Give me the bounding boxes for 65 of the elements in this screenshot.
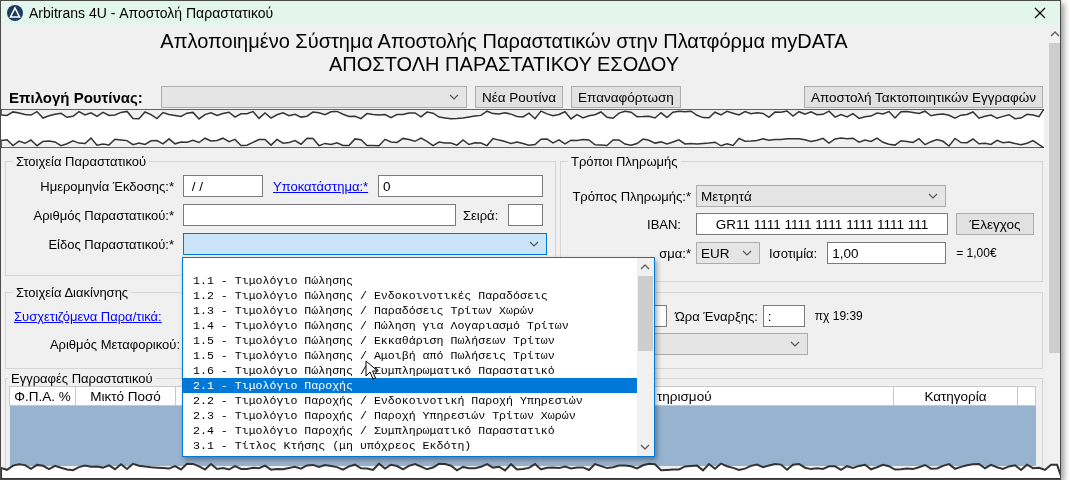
menu-item[interactable]: 3.1 - Τίτλος Κτήσης (μη υπόχρεος Εκδότη) bbox=[183, 438, 638, 453]
field-label: Είδος Παραστατικού:* bbox=[47, 236, 174, 252]
routine-label: Επιλογή Ρουτίνας: bbox=[9, 88, 144, 106]
time-field[interactable]: : bbox=[762, 305, 805, 327]
menu-item[interactable]: 1.6 - Τιμολόγιο Πώλησης / Συμπληρωματικό Παραστατικό bbox=[183, 363, 638, 378]
new-routine-button[interactable]: Νέα Ρουτίνα bbox=[475, 86, 564, 108]
scroll-thumb[interactable] bbox=[638, 276, 653, 351]
scrollbar[interactable] bbox=[1047, 25, 1060, 457]
reload-button[interactable]: Επαναφόρτωση bbox=[571, 86, 681, 108]
column-header[interactable]: Μικτό Ποσό bbox=[75, 386, 176, 406]
chevron-down-icon bbox=[529, 241, 539, 247]
menu-item[interactable]: 2.1 - Τιμολόγιο Παροχής bbox=[183, 378, 638, 393]
menu-item[interactable]: 1.1 - Τιμολόγιο Πώλησης bbox=[183, 273, 638, 288]
rate-result: = 1,00€ bbox=[956, 246, 997, 260]
currency-dropdown[interactable]: EUR bbox=[696, 242, 760, 264]
menu-item[interactable]: 1.3 - Τιμολόγιο Πώλησης / Παραδόσεις Τρίτων Χωρών bbox=[183, 303, 638, 318]
chevron-down-icon bbox=[640, 443, 650, 451]
payment-method-dropdown[interactable]: Μετρητά bbox=[696, 185, 946, 207]
field-label: Σειρά: bbox=[463, 207, 499, 223]
field-label: Ώρα Έναρξης: bbox=[675, 308, 758, 324]
branch-link[interactable]: Υποκατάστημα:* bbox=[273, 178, 369, 194]
menu-item[interactable]: 2.2 - Τιμολόγιο Παροχής / Ενδοκοινοτική Παροχή Υπηρεσιών bbox=[183, 393, 638, 408]
menu-item[interactable]: 1.5 - Τιμολόγιο Πώλησης / Αμοιβή από Πωλήσεις Τρίτων bbox=[183, 348, 638, 363]
text-field[interactable] bbox=[183, 204, 456, 226]
menu-item[interactable]: 1.2 - Τιμολόγιο Πώλησης / Ενδοκοινοτικές Παραδόσεις bbox=[183, 288, 638, 303]
app-logo-icon bbox=[7, 5, 23, 21]
menu-item[interactable]: 1.4 - Τιμολόγιο Πώλησης / Πώληση για Λογαριασμό Τρίτων bbox=[183, 318, 638, 333]
chevron-up-icon bbox=[640, 263, 650, 271]
field-label: Αριθμός Μεταφορικού: bbox=[48, 336, 180, 352]
send-records-button[interactable]: Αποστολή Τακτοποιητικών Εγγραφών bbox=[803, 86, 1043, 108]
scrollbar[interactable] bbox=[637, 258, 654, 456]
group-title: Τρόποι Πληρωμής bbox=[570, 154, 679, 169]
window-title: Arbitrans 4U - Αποστολή Παραστατικού bbox=[29, 5, 275, 21]
chevron-down-icon bbox=[742, 250, 752, 256]
field-label: Ισοτιμία: bbox=[769, 245, 818, 261]
field-label: Αριθμός Παραστατικού:* bbox=[32, 207, 174, 223]
field-label: IBAN: bbox=[646, 216, 681, 232]
field-label: Ημερομηνία Έκδοσης:* bbox=[39, 178, 174, 194]
menu-item[interactable]: 2.3 - Τιμολόγιο Παροχής / Παροχή Υπηρεσιών Τρίτων Χωρών bbox=[183, 408, 638, 423]
routine-dropdown[interactable] bbox=[161, 86, 467, 108]
field-label: Τρόπος Πληρωμής:* bbox=[571, 188, 691, 204]
column-header[interactable]: Φ.Π.Α. % bbox=[9, 386, 76, 406]
hint-text: πχ 19:39 bbox=[814, 309, 863, 323]
group-title: Εγγραφές Παραστατικού bbox=[10, 371, 154, 386]
column-header[interactable]: Κατηγορία bbox=[893, 386, 1018, 406]
check-button[interactable]: Έλεγχος bbox=[956, 213, 1034, 235]
chevron-down-icon bbox=[790, 341, 800, 347]
group-title: Στοιχεία Παραστατικού bbox=[15, 154, 148, 169]
text-field[interactable]: 0 bbox=[378, 175, 544, 197]
text-field[interactable] bbox=[508, 204, 544, 226]
page-subtitle: ΑΠΟΣΤΟΛΗ ΠΑΡΑΣΤΑΤΙΚΟΥ ΕΣΟΔΟΥ bbox=[328, 53, 680, 76]
close-icon bbox=[1034, 7, 1046, 19]
chevron-down-icon bbox=[928, 193, 938, 199]
field-label: σμα:* bbox=[658, 245, 691, 261]
chevron-down-icon bbox=[449, 94, 459, 100]
date-field[interactable]: / / bbox=[183, 175, 263, 197]
menu-item[interactable]: 2.4 - Τιμολόγιο Παροχής / Συμπληρωματικό Παραστατικό bbox=[183, 423, 638, 438]
chevron-up-icon bbox=[1050, 30, 1060, 38]
page-title: Απλοποιημένο Σύστημα Αποστολής Παραστατικών στην Πλατφόρμα myDATA bbox=[159, 30, 849, 53]
group-title: Στοιχεία Διακίνησης bbox=[15, 285, 130, 300]
iban-field[interactable]: GR11 1111 1111 1111 1111 1111 111 bbox=[696, 213, 948, 235]
dropdown-menu[interactable] bbox=[182, 257, 655, 457]
scroll-thumb[interactable] bbox=[1049, 43, 1060, 353]
rate-field[interactable]: 1,00 bbox=[827, 242, 947, 264]
menu-item[interactable]: 1.5 - Τιμολόγιο Πώλησης / Εκκαθάριση Πωλήσεων Τρίτων bbox=[183, 333, 638, 348]
